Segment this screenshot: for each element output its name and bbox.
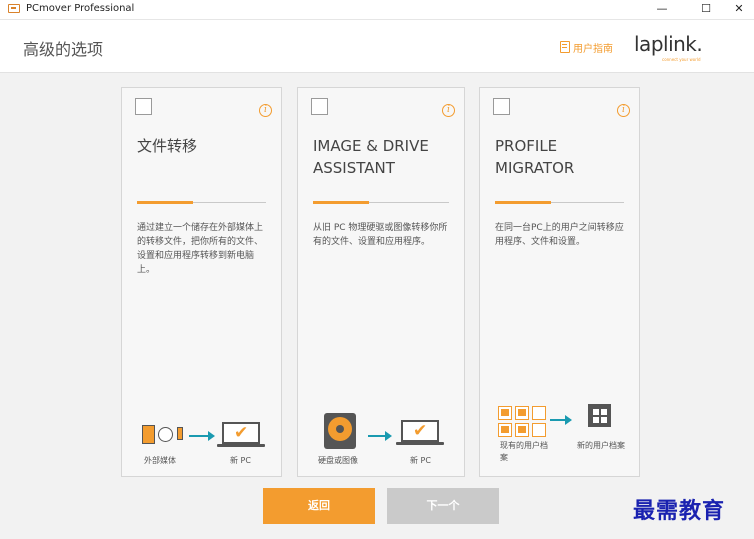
target-label: 新 PC (230, 456, 251, 465)
divider-accent (495, 201, 551, 204)
close-button[interactable]: ✕ (727, 1, 751, 17)
option-checkbox[interactable] (493, 98, 510, 115)
watermark: 最需教育 (633, 498, 726, 524)
laplink-logo: laplink. connect your world (634, 32, 703, 62)
logo-text: laplink. (634, 32, 703, 56)
option-card-file-transfer[interactable]: i 文件转移 通过建立一个储存在外部媒体上的转移文件，把你所有的文件、设置和应用… (121, 87, 282, 477)
divider-accent (313, 201, 369, 204)
window-title: PCmover Professional (26, 3, 135, 14)
card-title: 文件转移 (137, 137, 198, 155)
minimize-button[interactable]: — (650, 1, 674, 17)
next-button[interactable]: 下一个 (387, 488, 499, 524)
source-label: 现有的用户档案 (500, 441, 548, 462)
card-title: PROFILE MIGRATOR (495, 137, 575, 177)
title-bar: PCmover Professional — ☐ ✕ (0, 0, 754, 20)
guide-book-icon (560, 41, 570, 53)
transfer-illustration: ✔ 硬盘或图像 新 PC (298, 403, 457, 473)
card-description: 从旧 PC 物理硬驱或图像转移你所有的文件、设置和应用程序。 (313, 223, 448, 247)
logo-tagline: connect your world (662, 57, 701, 62)
transfer-illustration: ✔ 外部媒体 新 PC (122, 403, 281, 473)
card-title: IMAGE & DRIVE ASSISTANT (313, 137, 429, 177)
page-header: 高级的选项 用户指南 laplink. connect your world (0, 20, 754, 73)
source-label: 外部媒体 (144, 456, 176, 465)
back-button[interactable]: 返回 (263, 488, 375, 524)
option-card-profile-migrator[interactable]: i PROFILE MIGRATOR 在同一台PC上的用户之间转移应用程序、文件… (479, 87, 640, 477)
card-description: 在同一台PC上的用户之间转移应用程序、文件和设置。 (495, 223, 624, 247)
arrow-right-icon (368, 431, 392, 441)
transfer-illustration: 现有的用户档案 新的用户档案 (480, 388, 639, 462)
app-icon (8, 4, 20, 13)
target-label: 新 PC (410, 456, 431, 465)
card-divider (313, 201, 449, 204)
source-label: 硬盘或图像 (318, 456, 358, 465)
card-description: 通过建立一个储存在外部媒体上的转移文件，把你所有的文件、设置和应用程序转移到新电… (137, 223, 264, 275)
info-icon[interactable]: i (259, 104, 272, 117)
user-guide-link[interactable]: 用户指南 (560, 38, 613, 56)
arrow-right-icon (189, 431, 215, 441)
info-icon[interactable]: i (442, 104, 455, 117)
card-divider (137, 201, 266, 204)
maximize-button[interactable]: ☐ (694, 1, 718, 17)
option-checkbox[interactable] (135, 98, 152, 115)
option-card-image-drive-assistant[interactable]: i IMAGE & DRIVE ASSISTANT 从旧 PC 物理硬驱或图像转… (297, 87, 465, 477)
page-title: 高级的选项 (23, 40, 104, 59)
divider-accent (137, 201, 193, 204)
target-label: 新的用户档案 (577, 441, 625, 450)
info-icon[interactable]: i (617, 104, 630, 117)
arrow-right-icon (550, 415, 572, 425)
card-divider (495, 201, 624, 204)
option-checkbox[interactable] (311, 98, 328, 115)
user-guide-label: 用户指南 (573, 43, 613, 55)
